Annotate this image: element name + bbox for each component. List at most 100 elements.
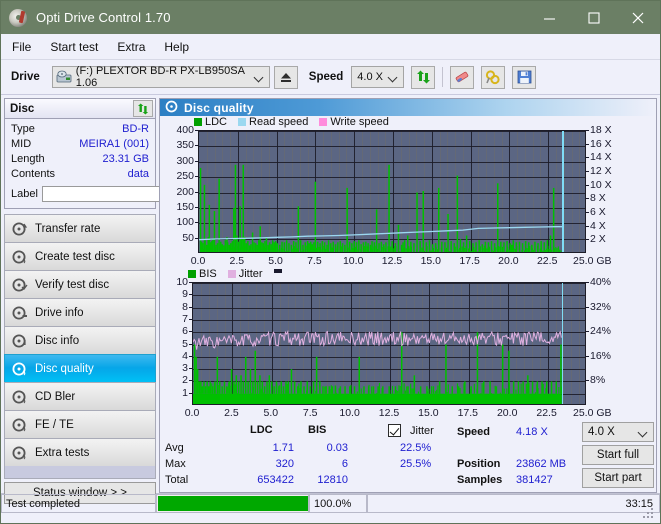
disc-label-label: Label (11, 188, 38, 200)
start-full-button[interactable]: Start full (582, 445, 654, 465)
series-bar (268, 375, 271, 394)
sidebar-item-cd-bler[interactable]: CD Bler (4, 382, 156, 410)
nav-spacer (4, 466, 156, 479)
series-bar (503, 388, 505, 394)
save-button[interactable] (512, 65, 537, 89)
series-bar (295, 242, 297, 252)
y2-tick-label: 14 X (590, 151, 612, 164)
sidebar-item-disc-quality[interactable]: Disc quality (4, 354, 156, 382)
series-bar (469, 241, 471, 252)
start-part-button[interactable]: Start part (582, 468, 654, 488)
sidebar-item-disc-info[interactable]: Disc info (4, 326, 156, 354)
series-bar (215, 244, 217, 252)
series-bar (278, 244, 281, 252)
series-bar (223, 381, 226, 394)
disc-quality-panel: Disc quality LDC Read speed Write speed 50… (159, 98, 657, 493)
series-bar (413, 243, 415, 252)
y-tick-label: 10 (176, 276, 188, 288)
test-speed-select[interactable]: 4.0 X (582, 422, 654, 442)
menu-start-test[interactable]: Start test (50, 37, 108, 57)
series-bar (444, 242, 446, 252)
y-tick (189, 318, 192, 320)
series-bar (525, 383, 527, 394)
tools-button[interactable] (481, 65, 506, 89)
series-bar (221, 386, 223, 394)
series-bar (259, 375, 261, 394)
series-bar (237, 241, 240, 252)
series-bar (223, 245, 225, 252)
disc-refresh-button[interactable] (133, 100, 153, 117)
series-bar (339, 241, 341, 252)
stats-row-max: Max (165, 458, 186, 470)
series-bar (233, 207, 235, 252)
close-icon[interactable] (616, 1, 660, 34)
sidebar-item-create-test-disc[interactable]: Create test disc (4, 242, 156, 270)
drive-info-icon (12, 306, 28, 320)
series-bar (338, 388, 340, 394)
series-bar (353, 386, 356, 394)
series-bar (438, 187, 440, 252)
series-bar (351, 243, 353, 252)
sidebar-item-extra-tests[interactable]: Extra tests (4, 438, 156, 466)
series-bar (337, 242, 339, 252)
ldc-chart-legend: LDC Read speed Write speed (194, 116, 396, 128)
series-bar (247, 381, 249, 394)
series-floor (193, 393, 562, 404)
series-bar (410, 383, 412, 394)
series-bar (552, 187, 555, 252)
resize-grip-icon[interactable] (643, 508, 655, 520)
menu-extra[interactable]: Extra (117, 37, 155, 57)
erase-button[interactable] (450, 65, 475, 89)
sidebar-item-drive-info[interactable]: Drive info (4, 298, 156, 326)
test-speed-value: 4.0 X (588, 426, 615, 438)
sidebar-item-label: Verify test disc (35, 278, 110, 291)
series-bar (212, 238, 214, 252)
series-bar (522, 381, 524, 394)
eject-button[interactable] (273, 65, 298, 89)
sidebar-item-transfer-rate[interactable]: Transfer rate (4, 214, 156, 242)
series-bar (394, 386, 397, 394)
speed-select[interactable]: 4.0 X (351, 66, 405, 88)
series-bar (537, 243, 539, 252)
x-tick-label: 0.0 (190, 255, 206, 267)
ldc-total-value: 653422 (257, 474, 294, 486)
series-bar (450, 241, 452, 252)
minimize-icon[interactable] (528, 1, 572, 34)
sidebar-item-fe-te[interactable]: FE / TE (4, 410, 156, 438)
series-bar (375, 209, 378, 252)
menu-help[interactable]: Help (164, 37, 199, 57)
series-bar (204, 386, 207, 394)
legend-label: Jitter (238, 268, 263, 280)
disc-length-label: Length (11, 153, 45, 165)
disc-panel-header: Disc (4, 98, 156, 118)
series-bar (259, 226, 261, 252)
series-bar (228, 381, 230, 394)
maximize-icon[interactable] (572, 1, 616, 34)
series-bar (467, 252, 468, 253)
series-bar (324, 386, 326, 394)
series-bar (380, 241, 383, 252)
jitter-checkbox[interactable] (388, 424, 401, 437)
series-bar (235, 375, 238, 394)
series-bar (377, 386, 379, 394)
refresh-button[interactable] (411, 65, 436, 89)
series-bar (312, 381, 315, 394)
series-bar (490, 393, 492, 394)
series-bar (520, 383, 522, 394)
series-bar (432, 386, 435, 394)
series-bar (423, 250, 425, 252)
series-bar (260, 388, 262, 394)
series-bar (419, 386, 422, 394)
drive-select[interactable]: (F:) PLEXTOR BD-R PX-LB950SA 1.06 (51, 65, 270, 89)
series-bar (290, 369, 293, 394)
series-bar (551, 249, 553, 252)
sidebar-item-verify-test-disc[interactable]: Verify test disc (4, 270, 156, 298)
series-bar (446, 247, 448, 252)
series-bar (459, 239, 462, 252)
series-bar (330, 243, 332, 252)
series-bar (220, 252, 221, 253)
series-bar (256, 244, 258, 252)
speed-label: Speed (308, 71, 344, 83)
menu-file[interactable]: File (12, 37, 41, 57)
legend-swatch (319, 118, 328, 126)
